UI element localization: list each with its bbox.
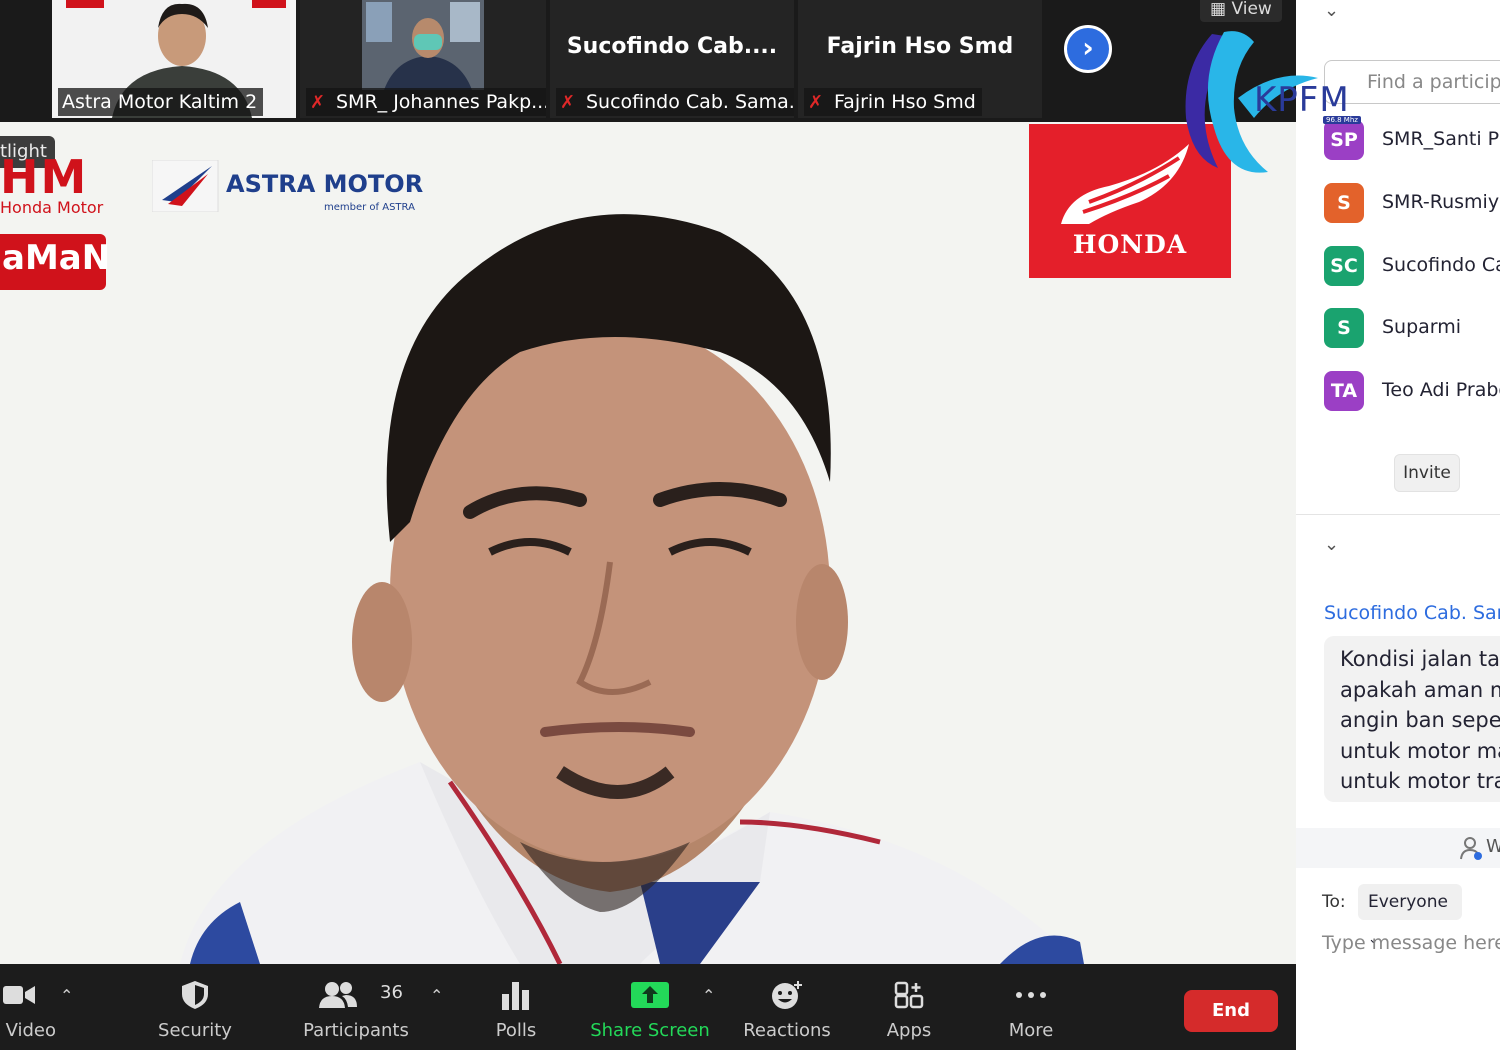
video-tile-sucofindo[interactable]: Sucofindo Cab.... ✗ Sucofindo Cab. Sama..… bbox=[550, 0, 794, 118]
tile-title: Sucofindo Cab.... bbox=[566, 34, 778, 59]
kpfm-logo-text: KPFM bbox=[1254, 80, 1350, 120]
avatar: TA bbox=[1324, 371, 1364, 411]
astra-motor-subtitle: member of ASTRA bbox=[324, 202, 415, 213]
invite-button[interactable]: Invite bbox=[1394, 454, 1460, 492]
share-screen-icon bbox=[631, 982, 669, 1008]
security-button[interactable]: Security bbox=[150, 964, 240, 1050]
collapse-chat-chevron-icon[interactable]: ⌄ bbox=[1324, 534, 1339, 555]
collapse-participants-chevron-icon[interactable]: ⌄ bbox=[1324, 0, 1339, 21]
chat-line: angin ban seped bbox=[1340, 708, 1500, 732]
next-page-button[interactable]: › bbox=[1064, 25, 1112, 73]
reactions-label: Reactions bbox=[743, 1020, 831, 1041]
aman-logo: aMaN bbox=[0, 234, 110, 290]
security-label: Security bbox=[158, 1020, 232, 1041]
end-meeting-button[interactable]: End bbox=[1184, 990, 1278, 1032]
chat-message-bubble: Kondisi jalan tar apakah aman m angin ba… bbox=[1324, 636, 1500, 802]
who-can-see-text: W bbox=[1486, 836, 1500, 857]
reactions-smiley-icon bbox=[772, 981, 802, 1009]
video-camera-icon bbox=[3, 986, 35, 1004]
participant-strip: Astra Motor Kaltim 2 ✗ SMR_ Johannes Pakp… bbox=[0, 0, 1296, 122]
chat-sender-name: Sucofindo Cab. Sam bbox=[1324, 602, 1500, 624]
polls-button[interactable]: Polls bbox=[482, 964, 550, 1050]
share-options-caret[interactable]: ⌃ bbox=[702, 986, 715, 1005]
chat-message-input[interactable]: Type message here... bbox=[1322, 932, 1500, 954]
video-tile-astra-motor[interactable]: Astra Motor Kaltim 2 bbox=[52, 0, 296, 118]
video-tile-johannes[interactable]: ✗ SMR_ Johannes Pakp... bbox=[300, 0, 546, 118]
honda-text: HONDA bbox=[1072, 230, 1188, 259]
video-label: Video bbox=[5, 1020, 56, 1041]
participant-row[interactable]: S Suparmi bbox=[1324, 308, 1500, 348]
tile-name-label: ✗ SMR_ Johannes Pakp... bbox=[306, 88, 546, 116]
participants-button[interactable]: 36 Participants bbox=[300, 964, 412, 1050]
apps-label: Apps bbox=[886, 1020, 932, 1041]
participant-row[interactable]: S SMR-Rusmiya bbox=[1324, 183, 1500, 223]
chat-line: apakah aman m bbox=[1340, 677, 1500, 702]
polls-label: Polls bbox=[495, 1020, 537, 1041]
tile-name-label: Astra Motor Kaltim 2 bbox=[58, 88, 264, 116]
participants-options-caret[interactable]: ⌃ bbox=[430, 986, 443, 1005]
share-screen-button[interactable]: Share Screen bbox=[590, 964, 710, 1050]
chat-line: untuk motor ma bbox=[1340, 738, 1500, 763]
participant-name: SMR_Santi Pra bbox=[1382, 128, 1500, 150]
avatar: S bbox=[1324, 183, 1364, 223]
tile-name-label: ✗ Sucofindo Cab. Sama... bbox=[556, 88, 794, 116]
chat-line: Kondisi jalan tar bbox=[1340, 647, 1500, 671]
more-button[interactable]: More bbox=[998, 964, 1064, 1050]
participant-row[interactable]: TA Teo Adi Prabo bbox=[1324, 371, 1500, 411]
ahm-logo-subtitle: Honda Motor bbox=[0, 198, 104, 217]
participant-name: Sucofindo Ca bbox=[1382, 254, 1500, 276]
astra-motor-title: ASTRA MOTOR bbox=[226, 170, 424, 198]
astra-swoosh-icon bbox=[152, 160, 219, 212]
tile-title: Fajrin Hso Smd bbox=[826, 34, 1014, 59]
ahm-logo: HM bbox=[0, 150, 89, 204]
participants-count: 36 bbox=[380, 982, 403, 1003]
mic-muted-icon: ✗ bbox=[808, 92, 824, 113]
mic-muted-icon: ✗ bbox=[310, 92, 326, 113]
more-label: More bbox=[1008, 1020, 1054, 1041]
who-can-see-bar[interactable]: W bbox=[1296, 828, 1500, 868]
video-tile-fajrin[interactable]: Fajrin Hso Smd ✗ Fajrin Hso Smd bbox=[798, 0, 1042, 118]
participants-label: Participants bbox=[303, 1020, 409, 1041]
apps-button[interactable]: Apps bbox=[876, 964, 942, 1050]
meeting-toolbar: Video ⌃ Security 36 Participants ⌃ Polls… bbox=[0, 964, 1296, 1050]
recipient-value: Everyone bbox=[1368, 892, 1448, 912]
apps-icon bbox=[894, 981, 924, 1009]
polls-icon bbox=[502, 982, 529, 1010]
participant-name: Suparmi bbox=[1382, 316, 1462, 338]
panel-divider bbox=[1296, 514, 1500, 515]
recipient-dropdown[interactable]: Everyone ⌄ bbox=[1358, 884, 1462, 947]
shield-icon bbox=[182, 981, 208, 1009]
chat-line: untuk motor trai bbox=[1340, 769, 1500, 793]
more-dots-icon bbox=[1016, 992, 1046, 998]
view-label: View bbox=[1231, 0, 1272, 19]
view-button[interactable]: ▦ View bbox=[1200, 0, 1282, 22]
to-label: To: bbox=[1322, 892, 1346, 912]
person-icon bbox=[1460, 837, 1482, 860]
reactions-button[interactable]: Reactions bbox=[740, 964, 834, 1050]
participants-icon bbox=[319, 982, 357, 1008]
avatar: S bbox=[1324, 308, 1364, 348]
tile-name-label: ✗ Fajrin Hso Smd bbox=[804, 88, 982, 116]
share-screen-label: Share Screen bbox=[590, 1020, 710, 1041]
participant-row[interactable]: SC Sucofindo Ca bbox=[1324, 246, 1500, 286]
main-video-area: tlight HM Honda Motor ASTRA MOTOR member… bbox=[0, 122, 1296, 964]
participant-name: Teo Adi Prabo bbox=[1382, 379, 1500, 401]
kpfm-frequency: 96.8 Mhz bbox=[1323, 116, 1361, 124]
participant-name: SMR-Rusmiya bbox=[1382, 191, 1500, 213]
meeting-window: Astra Motor Kaltim 2 ✗ SMR_ Johannes Pakp… bbox=[0, 0, 1296, 1050]
astra-motor-logo: ASTRA MOTOR member of ASTRA bbox=[152, 160, 432, 213]
avatar: SC bbox=[1324, 246, 1364, 286]
mic-muted-icon: ✗ bbox=[560, 92, 576, 113]
video-button[interactable]: Video bbox=[0, 964, 64, 1050]
video-options-caret[interactable]: ⌃ bbox=[60, 986, 73, 1005]
